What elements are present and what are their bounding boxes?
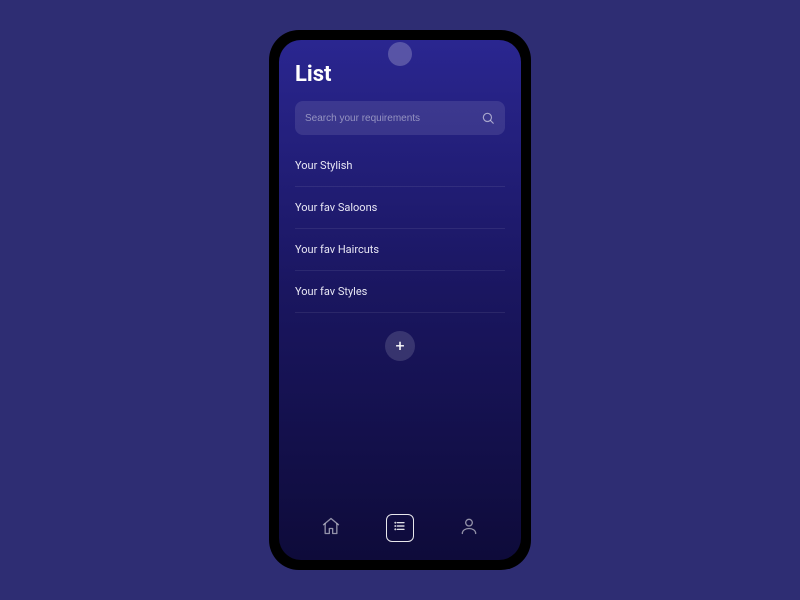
list-item-label: Your fav Haircuts [295,243,379,256]
search-icon [481,111,495,125]
plus-icon: + [395,338,404,354]
list-item-label: Your fav Styles [295,285,367,298]
screen: List Your Stylish Your fav Saloons [279,40,521,560]
list-item[interactable]: Your fav Saloons [295,187,505,229]
content-area: List Your Stylish Your fav Saloons [279,40,521,504]
list-item[interactable]: Your fav Styles [295,271,505,313]
camera-notch [388,42,412,66]
nav-list[interactable] [386,514,414,542]
search-field[interactable] [295,101,505,135]
list-item[interactable]: Your fav Haircuts [295,229,505,271]
list-item-label: Your fav Saloons [295,201,377,214]
phone-frame: List Your Stylish Your fav Saloons [269,30,531,570]
list-icon [392,518,408,538]
add-button[interactable]: + [385,331,415,361]
search-input[interactable] [305,113,481,124]
list-item[interactable]: Your Stylish [295,145,505,187]
list-item-label: Your Stylish [295,159,352,172]
list: Your Stylish Your fav Saloons Your fav H… [295,145,505,313]
add-button-row: + [295,313,505,361]
nav-home[interactable] [317,514,345,542]
user-icon [459,516,479,540]
bottom-nav [279,504,521,560]
home-icon [321,516,341,540]
nav-profile[interactable] [455,514,483,542]
